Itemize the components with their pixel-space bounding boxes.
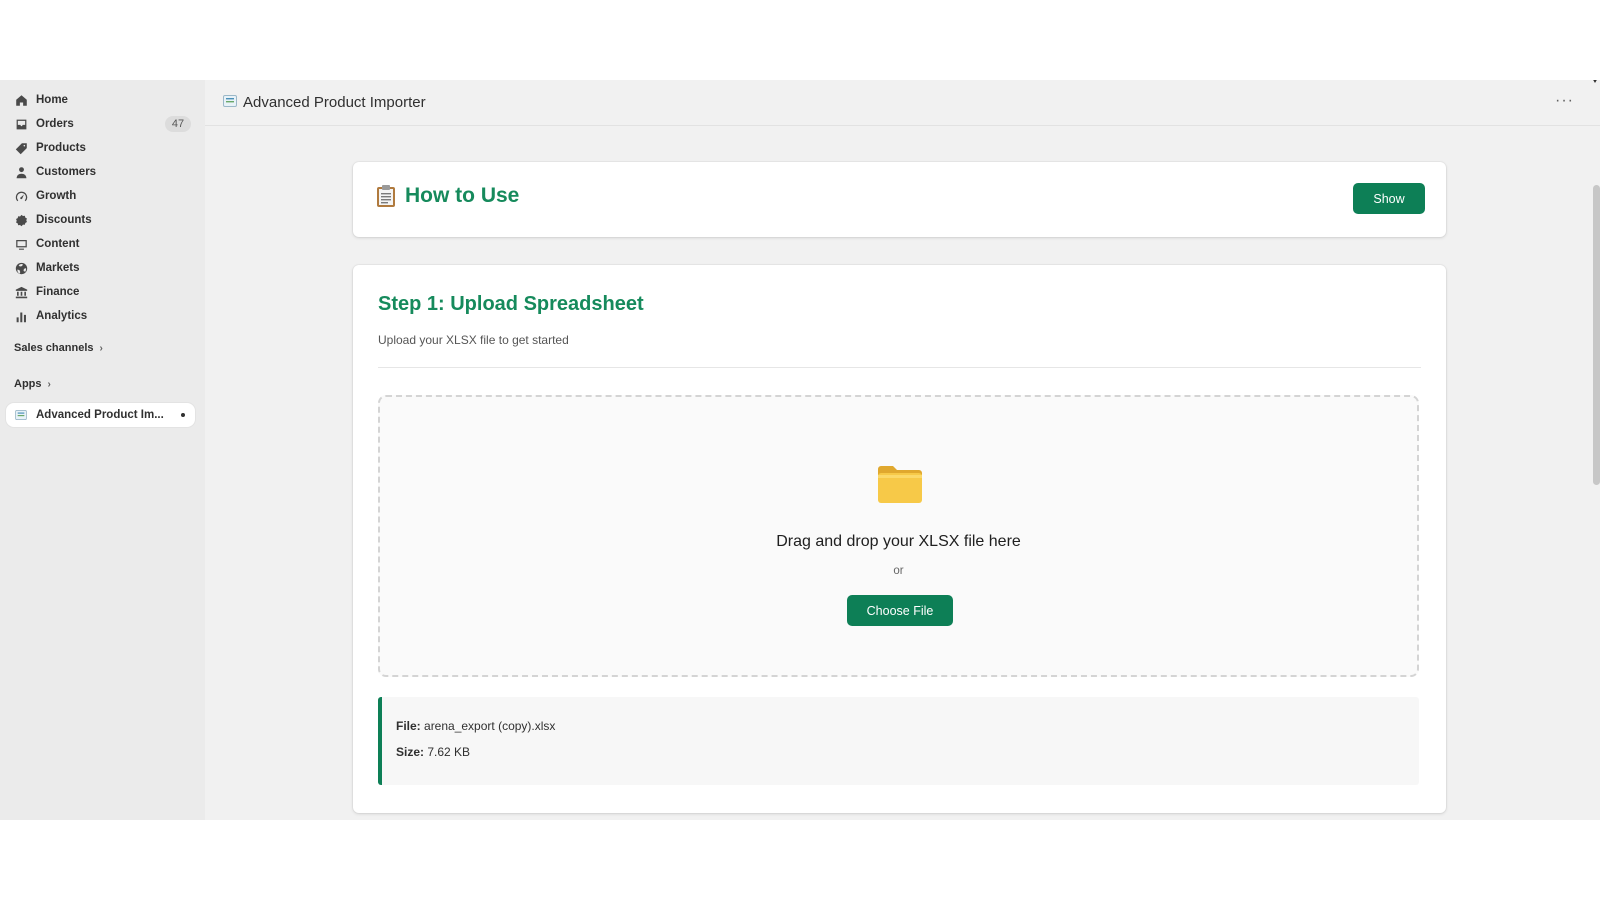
how-to-use-heading: How to Use: [375, 184, 519, 208]
sidebar-item-orders[interactable]: Orders 47: [6, 112, 195, 136]
app-icon: [223, 94, 237, 112]
sidebar-item-label: Finance: [36, 286, 80, 298]
chevron-right-icon: ›: [99, 342, 103, 354]
home-icon: [14, 93, 28, 107]
step-subtitle: Upload your XLSX file to get started: [378, 333, 569, 347]
page-title: Advanced Product Importer: [243, 94, 426, 111]
apps-heading[interactable]: Apps ›: [0, 372, 205, 396]
tag-icon: [14, 141, 28, 155]
app-icon: [14, 409, 28, 421]
show-button[interactable]: Show: [1353, 183, 1425, 214]
sidebar-item-customers[interactable]: Customers: [6, 160, 195, 184]
file-size: 7.62 KB: [427, 745, 471, 759]
cursor-icon: [1592, 80, 1598, 83]
clipboard-icon: [377, 185, 395, 207]
discount-icon: [14, 213, 28, 227]
sidebar-item-advanced-product-importer[interactable]: Advanced Product Im...: [6, 403, 195, 427]
sidebar-item-label: Analytics: [36, 310, 88, 322]
sidebar: Home Orders 47 Products Customers Growth…: [0, 80, 205, 820]
active-dot: [181, 413, 185, 417]
more-actions-icon[interactable]: ···: [1555, 92, 1574, 110]
sidebar-item-finance[interactable]: Finance: [6, 280, 195, 304]
sidebar-item-discounts[interactable]: Discounts: [6, 208, 195, 232]
bottom-margin: [0, 820, 1600, 900]
sidebar-item-label: Products: [36, 142, 86, 154]
file-size-row: Size: 7.62 KB: [396, 745, 471, 759]
person-icon: [14, 165, 28, 179]
sidebar-item-label: Orders: [36, 118, 74, 130]
how-to-use-card: How to Use Show: [353, 162, 1446, 237]
divider: [378, 367, 1421, 368]
sidebar-item-growth[interactable]: Growth: [6, 184, 195, 208]
top-margin: [0, 0, 1600, 80]
bar-chart-icon: [14, 309, 28, 323]
sidebar-item-label: Markets: [36, 262, 80, 274]
gauge-icon: [14, 189, 28, 203]
scrollbar-thumb[interactable]: [1593, 185, 1600, 485]
sidebar-item-markets[interactable]: Markets: [6, 256, 195, 280]
app-header: Advanced Product Importer ···: [205, 80, 1600, 126]
admin-frame: Home Orders 47 Products Customers Growth…: [0, 80, 1600, 820]
sidebar-item-products[interactable]: Products: [6, 136, 195, 160]
sidebar-item-label: Advanced Product Im...: [36, 409, 164, 421]
step-title: Step 1: Upload Spreadsheet: [378, 293, 644, 315]
sidebar-item-home[interactable]: Home: [6, 88, 195, 112]
sidebar-item-label: Discounts: [36, 214, 92, 226]
drop-instruction: Drag and drop your XLSX file here: [776, 533, 1021, 550]
sidebar-item-label: Customers: [36, 166, 97, 178]
file-name-row: File: arena_export (copy).xlsx: [396, 719, 556, 733]
upload-step-card: Step 1: Upload Spreadsheet Upload your X…: [353, 265, 1446, 813]
sidebar-item-content[interactable]: Content: [6, 232, 195, 256]
file-name: arena_export (copy).xlsx: [424, 719, 556, 733]
orders-count-badge: 47: [165, 116, 191, 132]
folder-icon: [878, 466, 922, 503]
orders-icon: [14, 117, 28, 131]
file-dropzone[interactable]: Drag and drop your XLSX file here or Cho…: [378, 395, 1419, 677]
bank-icon: [14, 285, 28, 299]
globe-icon: [14, 261, 28, 275]
chevron-right-icon: ›: [47, 378, 51, 390]
sidebar-item-analytics[interactable]: Analytics: [6, 304, 195, 328]
sidebar-item-label: Content: [36, 238, 80, 250]
sales-channels-heading[interactable]: Sales channels ›: [0, 336, 205, 360]
selected-file-info: File: arena_export (copy).xlsx Size: 7.6…: [378, 697, 1419, 785]
or-separator: or: [893, 565, 904, 577]
sidebar-item-label: Home: [36, 94, 68, 106]
sidebar-item-label: Growth: [36, 190, 77, 202]
choose-file-button[interactable]: Choose File: [847, 595, 953, 626]
content-icon: [14, 237, 28, 251]
